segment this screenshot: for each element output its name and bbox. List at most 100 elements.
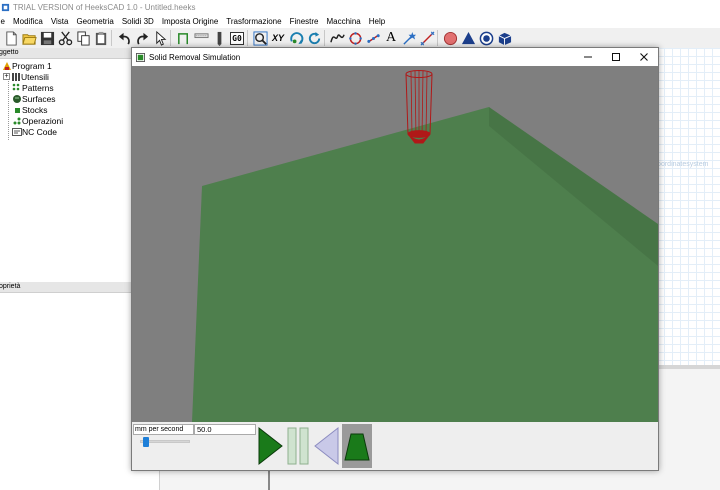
app-titlebar: TRIAL VERSION of HeeksCAD 1.0 - Untitled…	[0, 0, 720, 14]
profile-button[interactable]	[174, 29, 192, 47]
app-icon	[1, 3, 10, 11]
menu-file[interactable]: ile	[0, 17, 9, 26]
sim-window-title: Solid Removal Simulation	[149, 52, 241, 62]
star-point-button[interactable]	[400, 29, 418, 47]
rewind-icon	[314, 426, 339, 466]
play-icon	[258, 426, 283, 466]
app-title: TRIAL VERSION of HeeksCAD 1.0 - Untitled…	[13, 2, 196, 12]
menu-imposta-origine[interactable]: Imposta Origine	[158, 17, 222, 26]
profile-icon	[177, 32, 188, 44]
pocket-button[interactable]	[192, 29, 210, 47]
cylinder-button[interactable]	[477, 29, 495, 47]
cut-icon	[58, 31, 72, 45]
trapezoid-solid-icon	[344, 433, 370, 461]
window-icon	[136, 52, 145, 62]
save-button[interactable]	[38, 29, 56, 47]
star-point-icon	[402, 31, 416, 45]
paste-button[interactable]	[92, 29, 110, 47]
toolbar-separator	[324, 30, 327, 46]
g0-button[interactable]: G0	[228, 29, 246, 47]
minimize-button[interactable]	[574, 48, 602, 66]
new-file-icon	[5, 30, 17, 46]
select-button[interactable]	[151, 29, 169, 47]
menu-vista[interactable]: Vista	[47, 17, 73, 26]
cut-button[interactable]	[56, 29, 74, 47]
toolbar-separator	[170, 30, 173, 46]
circle-points-icon	[348, 31, 362, 45]
open-button[interactable]	[20, 29, 38, 47]
expand-toggle[interactable]: +	[3, 73, 10, 80]
copy-icon	[76, 30, 90, 46]
close-icon	[640, 53, 648, 61]
tree-item-label: Surfaces	[22, 93, 56, 104]
main-toolbar: G0 XY A	[0, 28, 720, 48]
patterns-icon	[12, 83, 22, 93]
rotate-view-button[interactable]	[287, 29, 305, 47]
menu-help[interactable]: Help	[365, 17, 389, 26]
xy-view-button[interactable]: XY	[269, 29, 287, 47]
program-icon	[2, 61, 12, 71]
refresh-button[interactable]	[305, 29, 323, 47]
solid-view-button[interactable]	[342, 424, 372, 468]
text-icon: A	[385, 30, 397, 45]
play-button[interactable]	[256, 424, 284, 468]
toolbar-separator	[111, 30, 114, 46]
speed-label: mm per second	[133, 424, 194, 435]
xy-view-icon: XY	[271, 33, 284, 43]
menu-solidi-3d[interactable]: Solidi 3D	[118, 17, 158, 26]
tree-item-label: Patterns	[22, 82, 54, 93]
undo-icon	[118, 32, 130, 45]
divider	[268, 469, 270, 490]
sphere-button[interactable]	[441, 29, 459, 47]
circle-points-button[interactable]	[346, 29, 364, 47]
tree-item-label: Program 1	[12, 60, 52, 71]
sim-titlebar: Solid Removal Simulation	[132, 48, 658, 66]
speed-input[interactable]: 50.0	[194, 424, 256, 435]
menubar: ile Modifica Vista Geometria Solidi 3D I…	[0, 14, 720, 28]
cross-point-button[interactable]	[418, 29, 436, 47]
cylinder-icon	[479, 31, 493, 45]
toolbar-separator	[247, 30, 250, 46]
drilling-button[interactable]	[210, 29, 228, 47]
undo-button[interactable]	[115, 29, 133, 47]
pause-icon	[287, 427, 309, 465]
menu-finestre[interactable]: Finestre	[286, 17, 323, 26]
drilling-icon	[217, 31, 221, 46]
close-button[interactable]	[630, 48, 658, 66]
menu-trasformazione[interactable]: Trasformazione	[222, 17, 285, 26]
toolbar-separator	[437, 30, 440, 46]
spline-icon	[329, 33, 345, 42]
spline-button[interactable]	[328, 29, 346, 47]
simulation-scene	[132, 66, 658, 422]
magnify-button[interactable]	[251, 29, 269, 47]
tree-item-label: Stocks	[22, 104, 48, 115]
pocket-icon	[193, 32, 209, 38]
save-icon	[40, 31, 54, 45]
rotate-view-icon	[289, 31, 303, 44]
solid-removal-simulation-window: Solid Removal Simulation mm per second 5…	[131, 47, 659, 471]
g0-icon: G0	[230, 31, 244, 45]
redo-icon	[136, 32, 148, 45]
speed-slider-thumb[interactable]	[142, 437, 149, 447]
minimize-icon	[584, 56, 592, 58]
cube-button[interactable]	[495, 29, 513, 47]
cube-icon	[498, 32, 511, 45]
rewind-button[interactable]	[313, 424, 341, 468]
tree-item-label: Operazioni	[22, 115, 64, 126]
paste-icon	[95, 31, 106, 45]
line-dots-button[interactable]	[364, 29, 382, 47]
menu-geometria[interactable]: Geometria	[72, 17, 117, 26]
menu-modifica[interactable]: Modifica	[9, 17, 47, 26]
copy-button[interactable]	[74, 29, 92, 47]
cone-button[interactable]	[459, 29, 477, 47]
new-file-button[interactable]	[2, 29, 20, 47]
pause-button[interactable]	[285, 424, 313, 468]
redo-button[interactable]	[133, 29, 151, 47]
nc-code-icon	[12, 127, 22, 137]
menu-macchina[interactable]: Macchina	[322, 17, 364, 26]
tree-item-label: Utensili	[21, 71, 49, 82]
simulation-viewport[interactable]	[132, 66, 658, 422]
cross-point-icon	[420, 31, 434, 45]
text-button[interactable]: A	[382, 29, 400, 47]
maximize-button[interactable]	[602, 48, 630, 66]
